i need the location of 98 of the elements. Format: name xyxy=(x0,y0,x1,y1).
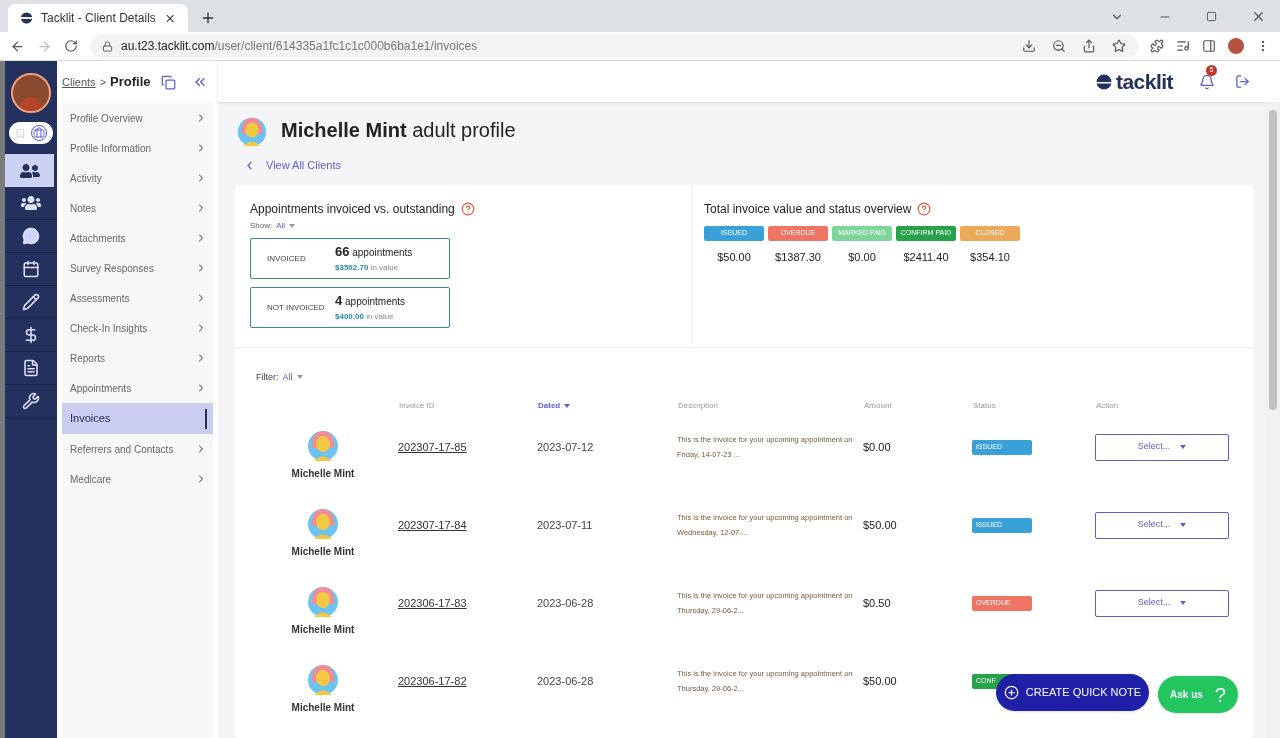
submenu-item[interactable]: Profile Overview xyxy=(62,103,213,133)
column-header[interactable]: Description xyxy=(677,400,719,412)
side-panel-icon[interactable] xyxy=(1202,39,1216,53)
new-tab-icon[interactable] xyxy=(200,10,216,26)
back-icon[interactable] xyxy=(10,38,25,54)
panel-title: Total invoice value and status overview xyxy=(704,200,912,218)
close-icon[interactable] xyxy=(1251,9,1266,24)
help-icon[interactable] xyxy=(917,201,932,216)
invoice-date: 2023-06-28 xyxy=(537,595,595,611)
client-title: Michelle Mint adult profile xyxy=(281,118,516,143)
address-bar[interactable]: au.t23.tacklit.com/user/client/614335a1fc1c1c000b6ba1e1/invoices xyxy=(90,34,1138,58)
client-name: Michelle Mint xyxy=(291,544,355,559)
nav-item[interactable] xyxy=(5,154,57,187)
help-icon[interactable] xyxy=(460,201,475,216)
document-icon[interactable] xyxy=(22,359,40,377)
submenu-item[interactable]: Check-In Insights xyxy=(62,313,213,343)
invoice-link[interactable]: 202306-17-82 xyxy=(398,672,537,690)
client-name: Michelle Mint xyxy=(291,622,355,637)
create-quick-note-button[interactable]: CREATE QUICK NOTE xyxy=(996,674,1149,711)
active-indicator xyxy=(205,408,207,429)
invoice-date: 2023-07-12 xyxy=(537,439,595,455)
status-amount: $0.00 xyxy=(848,249,876,265)
invoice-link[interactable]: 202307-17-85 xyxy=(398,438,537,456)
action-dropdown[interactable]: Select... xyxy=(1095,433,1229,461)
pen-icon[interactable] xyxy=(22,293,40,311)
status-amount: $354.10 xyxy=(970,249,1010,265)
column-header[interactable]: Dated xyxy=(537,400,572,412)
clients-link[interactable]: Clients xyxy=(62,73,96,91)
status-amount: $50.00 xyxy=(717,249,751,265)
column-header[interactable]: Status xyxy=(972,400,997,412)
logout-icon[interactable] xyxy=(1235,74,1250,89)
submenu-item[interactable]: Reports xyxy=(62,343,213,373)
browser-tab[interactable]: Tacklit - Client Details xyxy=(8,4,188,32)
stat-label: INVOICED xyxy=(267,252,307,265)
column-header[interactable]: Invoice ID xyxy=(398,400,436,412)
invoice-amount: $50.00 xyxy=(863,673,898,689)
tacklit-logo-icon xyxy=(20,11,34,25)
group-icon[interactable] xyxy=(21,193,41,213)
stat-value: $3502.70 in value xyxy=(335,261,400,274)
chat-icon[interactable] xyxy=(22,227,40,245)
stat-label: NOT INVOICED xyxy=(267,301,326,314)
breadcrumb-separator: > xyxy=(99,74,107,90)
column-header[interactable]: Action xyxy=(1095,400,1120,412)
share-icon[interactable] xyxy=(1082,39,1096,53)
user-avatar[interactable] xyxy=(11,73,51,113)
filter-label: Filter: xyxy=(256,370,279,384)
breadcrumb-current: Profile xyxy=(110,73,151,92)
invoice-link[interactable]: 202307-17-84 xyxy=(398,516,537,534)
submenu-item[interactable]: Appointments xyxy=(62,373,213,403)
plus-circle-icon xyxy=(1003,685,1019,700)
show-label: Show: xyxy=(250,219,273,232)
submenu-item[interactable]: Invoices xyxy=(62,403,213,434)
submenu-item[interactable]: Activity xyxy=(62,163,213,193)
submenu-item[interactable]: Notes xyxy=(62,193,213,223)
notification-icon[interactable] xyxy=(1199,73,1215,90)
tacklit-logo-icon xyxy=(1095,73,1112,90)
url-text: au.t23.tacklit.com/user/client/614335a1fc1c1c000b6ba1e1/invoices xyxy=(121,38,479,55)
submenu-item[interactable]: Assessments xyxy=(62,283,213,313)
install-icon[interactable] xyxy=(1022,39,1036,53)
submenu-item[interactable]: Medicare xyxy=(62,464,213,494)
invoice-amount: $50.00 xyxy=(863,517,898,533)
wrench-icon[interactable] xyxy=(22,392,40,410)
tab-title: Tacklit - Client Details xyxy=(41,10,156,27)
status-amount: $1387.30 xyxy=(775,249,821,265)
column-header[interactable]: Amount xyxy=(863,400,893,412)
invoice-amount: $0.00 xyxy=(863,439,892,455)
submenu-item[interactable]: Profile Information xyxy=(62,133,213,163)
submenu-item[interactable]: Referrers and Contacts xyxy=(62,434,213,464)
extensions-icon[interactable] xyxy=(1150,39,1164,53)
panel-title: Appointments invoiced vs. outstanding xyxy=(250,200,455,218)
client-name: Michelle Mint xyxy=(291,700,355,715)
invoice-date: 2023-06-28 xyxy=(537,673,595,689)
stat-value: $400.00 in value xyxy=(335,310,395,323)
show-dropdown[interactable]: All xyxy=(276,219,296,232)
invoice-amount: $0.50 xyxy=(863,595,892,611)
invoice-link[interactable]: 202306-17-83 xyxy=(398,594,537,612)
submenu-item[interactable]: Attachments xyxy=(62,223,213,253)
status-amount: $2411.40 xyxy=(903,249,949,265)
action-dropdown[interactable]: Select... xyxy=(1095,511,1229,539)
copy-icon[interactable] xyxy=(160,74,176,90)
invoice-date: 2023-07-11 xyxy=(537,517,594,533)
submenu-item[interactable]: Survey Responses xyxy=(62,253,213,283)
lock-icon xyxy=(102,40,113,52)
zoom-icon[interactable] xyxy=(1052,39,1066,53)
view-all-clients-link[interactable]: View All Clients xyxy=(243,157,1253,174)
action-dropdown[interactable]: Select... xyxy=(1095,589,1229,617)
scrollbar[interactable] xyxy=(1265,102,1280,738)
media-icon[interactable] xyxy=(1176,39,1190,53)
stat-count: 4 appointments xyxy=(335,292,406,311)
calendar-icon[interactable] xyxy=(22,260,40,278)
client-name: Michelle Mint xyxy=(291,466,355,481)
reload-icon[interactable] xyxy=(64,39,78,53)
logo-text: tacklit xyxy=(1115,68,1173,95)
stat-count: 66 appointments xyxy=(335,243,413,262)
maximize-icon[interactable] xyxy=(1206,11,1217,22)
filter-dropdown[interactable]: All xyxy=(282,370,303,384)
bookmark-star-icon[interactable] xyxy=(1112,39,1126,53)
profile-avatar[interactable] xyxy=(1228,38,1244,54)
